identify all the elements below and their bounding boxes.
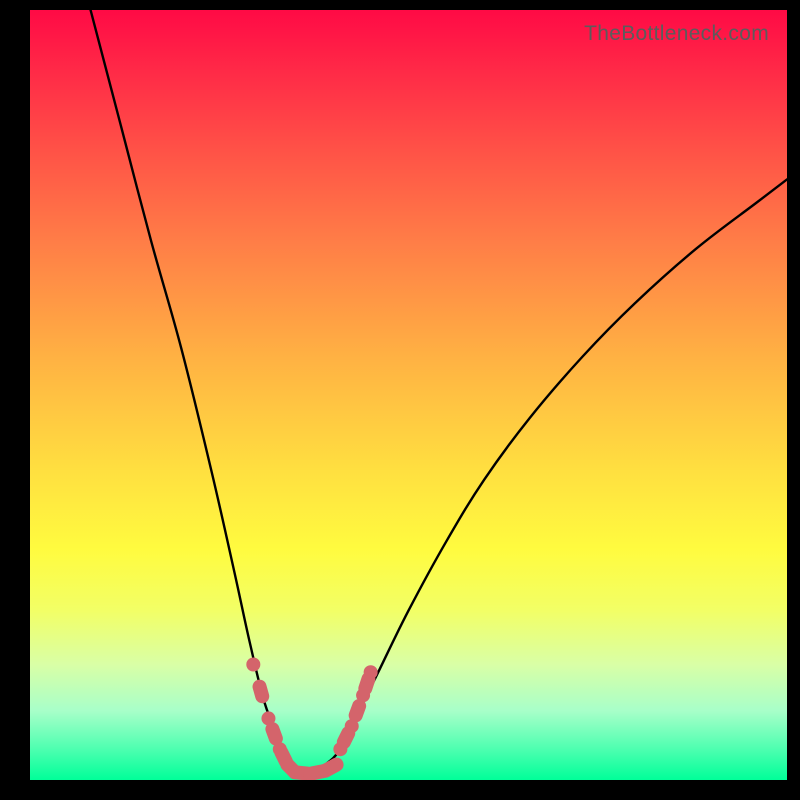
highlight-dot [345, 719, 359, 733]
highlight-dot [330, 758, 344, 772]
highlight-band-left [246, 658, 302, 780]
chart-plot-area: TheBottleneck.com [30, 10, 787, 780]
highlight-dash [356, 706, 359, 715]
highlight-dot [261, 711, 275, 725]
highlight-dot [333, 742, 347, 756]
bottleneck-curve [91, 10, 787, 773]
highlight-dot [273, 742, 287, 756]
highlight-dash [260, 687, 263, 697]
highlight-dot [364, 665, 378, 679]
highlight-dot [356, 688, 370, 702]
bottleneck-chart-svg [30, 10, 787, 780]
highlight-band-right [333, 665, 377, 756]
highlight-dash [365, 679, 368, 689]
highlight-dot [288, 765, 302, 779]
curve-layer [91, 10, 787, 773]
highlight-dash [272, 729, 275, 738]
highlight-band-bottom [288, 758, 344, 780]
highlight-dot [246, 658, 260, 672]
highlight-dash [344, 733, 348, 742]
